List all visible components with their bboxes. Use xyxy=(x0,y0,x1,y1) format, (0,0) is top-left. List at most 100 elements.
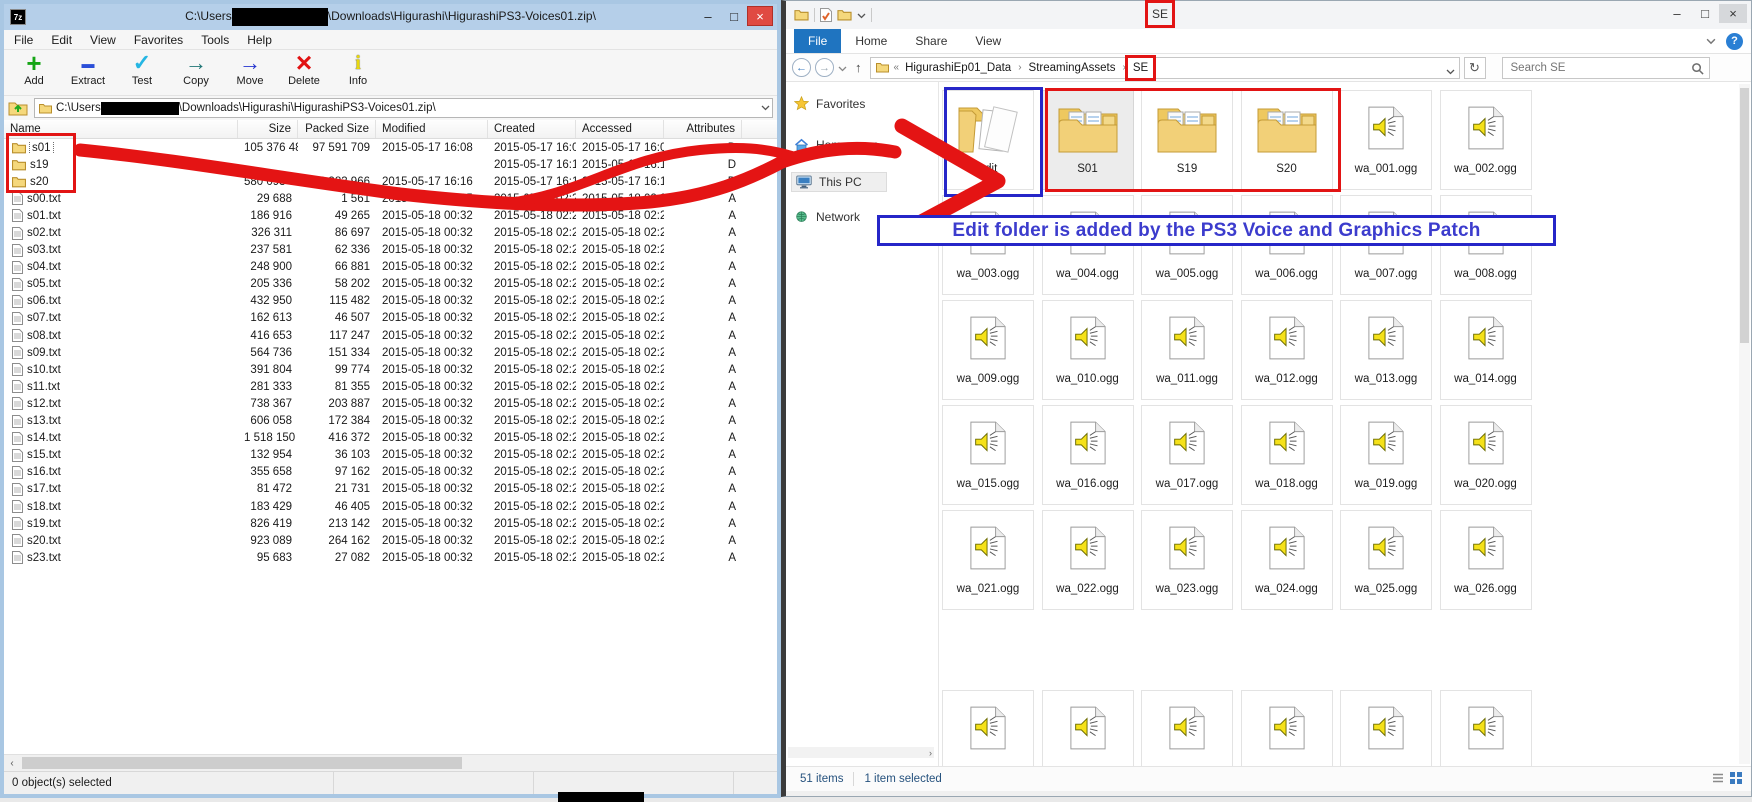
zip-row-s20.txt[interactable]: s20.txt923 089264 1622015-05-18 00:32201… xyxy=(4,532,777,549)
file-tile-partial[interactable] xyxy=(942,690,1034,766)
menu-edit[interactable]: Edit xyxy=(51,33,72,47)
add-button[interactable]: +Add xyxy=(14,50,54,87)
file-tile-wa_010[interactable]: wa_010.ogg xyxy=(1042,300,1134,400)
7zip-horizontal-scrollbar[interactable]: ‹ xyxy=(4,754,777,771)
file-tile-wa_006[interactable]: wa_006.ogg xyxy=(1241,195,1333,295)
file-tile-wa_019[interactable]: wa_019.ogg xyxy=(1340,405,1432,505)
folder-icon[interactable] xyxy=(794,9,809,21)
column-header-created[interactable]: Created xyxy=(488,120,576,138)
file-tile-wa_004[interactable]: wa_004.ogg xyxy=(1042,195,1134,295)
new-folder-icon[interactable] xyxy=(837,9,852,21)
file-tile-wa_021[interactable]: wa_021.ogg xyxy=(942,510,1034,610)
minimize-button[interactable]: – xyxy=(695,6,721,26)
menu-tools[interactable]: Tools xyxy=(201,33,229,47)
breadcrumb-segment-se[interactable]: SE xyxy=(1132,62,1149,74)
minimize-button[interactable]: – xyxy=(1663,4,1691,23)
file-tile-wa_022[interactable]: wa_022.ogg xyxy=(1042,510,1134,610)
move-button[interactable]: →Move xyxy=(230,50,270,87)
file-tile-partial[interactable] xyxy=(1042,690,1134,766)
menu-help[interactable]: Help xyxy=(247,33,272,47)
file-tile-wa_014[interactable]: wa_014.ogg xyxy=(1440,300,1532,400)
details-view-icon[interactable] xyxy=(1711,771,1725,785)
zip-row-s03.txt[interactable]: s03.txt237 58162 3362015-05-18 00:322015… xyxy=(4,242,777,259)
file-tile-wa_024[interactable]: wa_024.ogg xyxy=(1241,510,1333,610)
address-bar[interactable]: « HigurashiEp01_Data›StreamingAssets›SE xyxy=(870,57,1460,79)
search-input[interactable] xyxy=(1509,61,1679,75)
zip-row-s00.txt[interactable]: s00.txt29 6881 5612015-05-17 18:152015-0… xyxy=(4,190,777,207)
scroll-left-arrow-icon[interactable]: ‹ xyxy=(4,758,20,769)
zip-row-s06.txt[interactable]: s06.txt432 950115 4822015-05-18 00:32201… xyxy=(4,293,777,310)
forward-button[interactable]: → xyxy=(815,58,834,77)
zip-row-s16.txt[interactable]: s16.txt355 65897 1622015-05-18 00:322015… xyxy=(4,464,777,481)
file-tile-wa_007[interactable]: wa_007.ogg xyxy=(1340,195,1432,295)
tab-share[interactable]: Share xyxy=(901,29,961,53)
file-tile-wa_026[interactable]: wa_026.ogg xyxy=(1440,510,1532,610)
maximize-button[interactable]: □ xyxy=(1691,4,1719,23)
file-tile-wa_020[interactable]: wa_020.ogg xyxy=(1440,405,1532,505)
breadcrumb-collapse-chevrons[interactable]: « xyxy=(894,62,900,73)
tab-view[interactable]: View xyxy=(961,29,1015,53)
zip-row-s09.txt[interactable]: s09.txt564 736151 3342015-05-18 00:32201… xyxy=(4,344,777,361)
zip-row-s19[interactable]: s192015-05-17 16:142015-05-17 16:15D xyxy=(4,156,777,173)
file-tile-wa_016[interactable]: wa_016.ogg xyxy=(1042,405,1134,505)
breadcrumb-segment-streamingassets[interactable]: StreamingAssets xyxy=(1028,62,1117,74)
search-box[interactable] xyxy=(1502,57,1710,79)
zip-row-s02.txt[interactable]: s02.txt326 31186 6972015-05-18 00:322015… xyxy=(4,224,777,241)
properties-icon[interactable] xyxy=(820,8,832,22)
breadcrumb-segment-higurashiep01_data[interactable]: HigurashiEp01_Data xyxy=(904,62,1012,74)
zip-row-s10.txt[interactable]: s10.txt391 80499 7742015-05-18 00:322015… xyxy=(4,361,777,378)
zip-row-s04.txt[interactable]: s04.txt248 90066 8812015-05-18 00:322015… xyxy=(4,259,777,276)
delete-button[interactable]: ×Delete xyxy=(284,50,324,87)
recent-locations-chevron-icon[interactable] xyxy=(838,59,847,77)
file-tile-partial[interactable] xyxy=(1340,690,1432,766)
file-tile-wa_018[interactable]: wa_018.ogg xyxy=(1241,405,1333,505)
file-tile-wa_012[interactable]: wa_012.ogg xyxy=(1241,300,1333,400)
sidebar-item-network[interactable]: Network xyxy=(794,210,860,224)
column-header-modified[interactable]: Modified xyxy=(376,120,488,138)
folder-tile-S19[interactable]: S19 xyxy=(1141,90,1233,190)
sidebar-item-homegroup[interactable]: Homegroup xyxy=(794,138,879,152)
file-tile-wa_017[interactable]: wa_017.ogg xyxy=(1141,405,1233,505)
refresh-button[interactable]: ↻ xyxy=(1464,57,1486,79)
file-tile-partial[interactable] xyxy=(1440,690,1532,766)
zip-row-s15.txt[interactable]: s15.txt132 95436 1032015-05-18 00:322015… xyxy=(4,447,777,464)
file-tile-wa_001[interactable]: wa_001.ogg xyxy=(1340,90,1432,190)
file-tile-wa_009[interactable]: wa_009.ogg xyxy=(942,300,1034,400)
zip-row-s23.txt[interactable]: s23.txt95 68327 0822015-05-18 00:322015-… xyxy=(4,549,777,566)
file-tile-wa_015[interactable]: wa_015.ogg xyxy=(942,405,1034,505)
file-tile-wa_008[interactable]: wa_008.ogg xyxy=(1440,195,1532,295)
vertical-scrollbar[interactable] xyxy=(1739,84,1750,764)
close-button[interactable]: × xyxy=(747,6,773,26)
navpane-horizontal-scrollbar[interactable]: › xyxy=(788,747,934,758)
help-icon[interactable]: ? xyxy=(1726,33,1743,50)
folder-tile-edit[interactable]: edit xyxy=(942,90,1034,190)
scrollbar-thumb[interactable] xyxy=(22,757,462,769)
column-header-name[interactable]: Name xyxy=(4,120,238,138)
zip-row-s12.txt[interactable]: s12.txt738 367203 8872015-05-18 00:32201… xyxy=(4,395,777,412)
menu-file[interactable]: File xyxy=(14,33,33,47)
folder-tile-S20[interactable]: S20 xyxy=(1241,90,1333,190)
file-tile-wa_005[interactable]: wa_005.ogg xyxy=(1141,195,1233,295)
sidebar-item-favorites[interactable]: Favorites xyxy=(794,96,865,111)
chevron-down-icon[interactable] xyxy=(857,6,866,24)
column-header-packed-size[interactable]: Packed Size xyxy=(298,120,376,138)
address-dropdown-chevron-icon[interactable] xyxy=(1446,66,1455,78)
copy-button[interactable]: →Copy xyxy=(176,50,216,87)
zip-row-s01.txt[interactable]: s01.txt186 91649 2652015-05-18 00:322015… xyxy=(4,207,777,224)
folder-tile-S01[interactable]: S01 xyxy=(1042,90,1134,190)
zip-row-s18.txt[interactable]: s18.txt183 42946 4052015-05-18 00:322015… xyxy=(4,498,777,515)
file-tile-partial[interactable] xyxy=(1241,690,1333,766)
file-tile-wa_013[interactable]: wa_013.ogg xyxy=(1340,300,1432,400)
file-tile-wa_011[interactable]: wa_011.ogg xyxy=(1141,300,1233,400)
zip-row-s19.txt[interactable]: s19.txt826 419213 1422015-05-18 00:32201… xyxy=(4,515,777,532)
maximize-button[interactable]: □ xyxy=(721,6,747,26)
tab-home[interactable]: Home xyxy=(841,29,901,53)
back-button[interactable]: ← xyxy=(792,58,811,77)
column-header-attributes[interactable]: Attributes xyxy=(664,120,742,138)
zip-row-s20[interactable]: s20580 093 725543 383 9662015-05-17 16:1… xyxy=(4,173,777,190)
thumbnail-view-icon[interactable] xyxy=(1729,771,1743,785)
close-button[interactable]: × xyxy=(1719,4,1747,23)
file-tile-wa_025[interactable]: wa_025.ogg xyxy=(1340,510,1432,610)
file-tile-wa_023[interactable]: wa_023.ogg xyxy=(1141,510,1233,610)
zip-row-s05.txt[interactable]: s05.txt205 33658 2022015-05-18 00:322015… xyxy=(4,276,777,293)
